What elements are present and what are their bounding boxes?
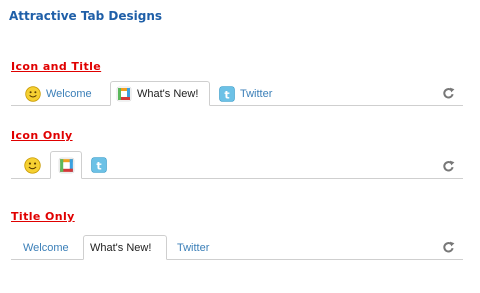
svg-text:t: t bbox=[96, 159, 101, 172]
tab-twitter-icon[interactable]: t bbox=[89, 151, 113, 179]
twitter-icon: t bbox=[91, 157, 107, 173]
tab-welcome[interactable]: Welcome bbox=[21, 81, 105, 106]
tabbar-icon-only: t bbox=[11, 150, 463, 179]
refresh-icon bbox=[442, 87, 455, 100]
refresh-button[interactable] bbox=[441, 240, 455, 254]
section-label-icon-only: Icon Only bbox=[11, 129, 73, 142]
refresh-button[interactable] bbox=[441, 86, 455, 100]
tab-twitter[interactable]: Twitter bbox=[177, 235, 237, 260]
smiley-icon bbox=[24, 156, 41, 174]
smiley-icon bbox=[25, 85, 41, 102]
tab-label: Twitter bbox=[240, 87, 273, 100]
tab-label: What's New! bbox=[137, 87, 199, 100]
tab-whats-new[interactable]: What's New! bbox=[83, 235, 167, 260]
page-title: Attractive Tab Designs bbox=[9, 9, 163, 23]
tab-welcome[interactable]: Welcome bbox=[23, 235, 85, 260]
tab-label: Welcome bbox=[23, 241, 69, 254]
tabbar-icon-and-title: Welcome What's New! t Twitter bbox=[11, 79, 463, 106]
tab-label: Twitter bbox=[177, 241, 210, 254]
tab-label: Welcome bbox=[46, 87, 92, 100]
section-label-title-only: Title Only bbox=[11, 210, 75, 223]
tab-label: What's New! bbox=[90, 241, 152, 254]
section-label-icon-and-title: Icon and Title bbox=[11, 60, 102, 73]
svg-text:t: t bbox=[224, 88, 229, 101]
tab-welcome-icon[interactable] bbox=[21, 151, 49, 179]
colorful-square-icon bbox=[58, 157, 75, 174]
twitter-icon: t bbox=[219, 85, 235, 102]
tabbar-title-only: Welcome What's New! Twitter bbox=[11, 233, 463, 260]
tab-whats-new[interactable]: What's New! bbox=[110, 81, 210, 106]
refresh-button[interactable] bbox=[441, 159, 455, 173]
tab-whats-new-icon[interactable] bbox=[50, 151, 82, 179]
refresh-icon bbox=[442, 160, 455, 173]
refresh-icon bbox=[442, 241, 455, 254]
colorful-square-icon bbox=[116, 86, 132, 102]
tab-twitter[interactable]: t Twitter bbox=[219, 81, 293, 106]
